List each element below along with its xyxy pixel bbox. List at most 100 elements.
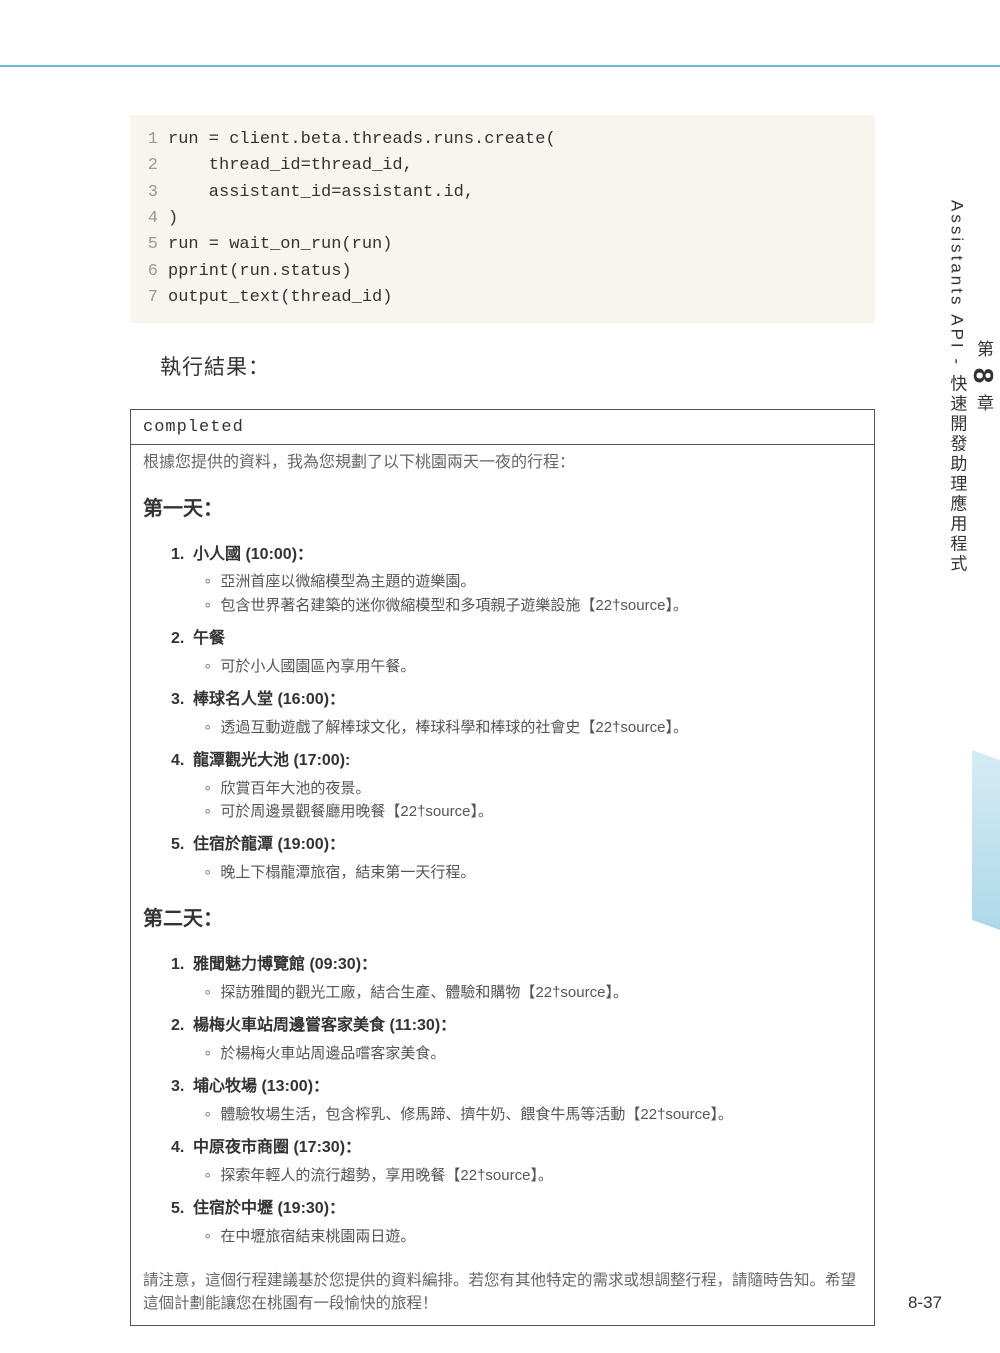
chapter-suffix: 章: [974, 394, 993, 414]
line-number: 2: [140, 153, 158, 179]
chapter-side-tab: 第 8 章 Assistants API - 快速開發助理應用程式: [952, 180, 1000, 575]
output-box: completed 根據您提供的資料，我為您規劃了以下桃園兩天一夜的行程： 第一…: [130, 409, 875, 1326]
itinerary-item: 1.小人國 (10:00)： 亞洲首座以微縮模型為主題的遊樂園。 包含世界著名建…: [171, 543, 862, 617]
item-name: 小人國 (10:00)：: [193, 546, 313, 563]
item-title: 2.楊梅火車站周邊嘗客家美食 (11:30)：: [171, 1014, 862, 1039]
item-title: 3.埔心牧場 (13:00)：: [171, 1075, 862, 1100]
sublist: 可於小人國園區內享用午餐。: [203, 655, 862, 678]
code-line: 4): [140, 206, 865, 232]
line-number: 6: [140, 259, 158, 285]
item-title: 1.雅聞魅力博覽館 (09:30)：: [171, 953, 862, 978]
output-status: completed: [131, 410, 874, 444]
day1-itinerary: 1.小人國 (10:00)： 亞洲首座以微縮模型為主題的遊樂園。 包含世界著名建…: [131, 543, 874, 897]
code-line: 5 run = wait_on_run(run): [140, 232, 865, 258]
item-num: 5.: [171, 833, 193, 858]
side-tab-background: [972, 750, 1000, 930]
item-name: 龍潭觀光大池 (17:00):: [193, 752, 350, 769]
item-title: 5.住宿於龍潭 (19:00)：: [171, 833, 862, 858]
sublist: 晚上下榻龍潭旅宿，結束第一天行程。: [203, 861, 862, 884]
item-num: 1.: [171, 953, 193, 978]
sublist: 透過互動遊戲了解棒球文化，棒球科學和棒球的社會史【22†source】。: [203, 716, 862, 739]
code-line: 7 output_text(thread_id): [140, 285, 865, 311]
page-content: 1run = client.beta.threads.runs.create( …: [130, 115, 875, 1326]
code-line: 1 run = client.beta.threads.runs.create(: [140, 127, 865, 153]
item-title: 3.棒球名人堂 (16:00)：: [171, 688, 862, 713]
sublist: 體驗牧場生活，包含榨乳、修馬蹄、擠牛奶、餵食牛馬等活動【22†source】。: [203, 1103, 862, 1126]
subitem: 體驗牧場生活，包含榨乳、修馬蹄、擠牛奶、餵食牛馬等活動【22†source】。: [203, 1103, 862, 1126]
line-number: 4: [140, 206, 158, 232]
day2-heading: 第二天：: [131, 896, 874, 943]
item-name: 住宿於中壢 (19:30)：: [193, 1200, 345, 1217]
sublist: 欣賞百年大池的夜景。 可於周邊景觀餐廳用晚餐【22†source】。: [203, 777, 862, 824]
itinerary-item: 2.楊梅火車站周邊嘗客家美食 (11:30)： 於楊梅火車站周邊品嚐客家美食。: [171, 1014, 862, 1065]
item-name: 楊梅火車站周邊嘗客家美食 (11:30)：: [193, 1017, 456, 1034]
line-number: 1: [140, 127, 158, 153]
code-text: thread_id=thread_id,: [168, 156, 413, 175]
line-number: 7: [140, 285, 158, 311]
item-num: 4.: [171, 1136, 193, 1161]
itinerary-item: 3.埔心牧場 (13:00)： 體驗牧場生活，包含榨乳、修馬蹄、擠牛奶、餵食牛馬…: [171, 1075, 862, 1126]
chapter-number: 8: [968, 368, 999, 387]
subitem: 於楊梅火車站周邊品嚐客家美食。: [203, 1042, 862, 1065]
itinerary-item: 3.棒球名人堂 (16:00)： 透過互動遊戲了解棒球文化，棒球科學和棒球的社會…: [171, 688, 862, 739]
item-num: 4.: [171, 749, 193, 774]
subitem: 探索年輕人的流行趨勢，享用晚餐【22†source】。: [203, 1164, 862, 1187]
item-num: 1.: [171, 543, 193, 568]
item-name: 雅聞魅力博覽館 (09:30)：: [193, 956, 377, 973]
itinerary-item: 1.雅聞魅力博覽館 (09:30)： 探訪雅聞的觀光工廠，結合生產、體驗和購物【…: [171, 953, 862, 1004]
day2-itinerary: 1.雅聞魅力博覽館 (09:30)： 探訪雅聞的觀光工廠，結合生產、體驗和購物【…: [131, 953, 874, 1260]
item-name: 棒球名人堂 (16:00)：: [193, 691, 345, 708]
subitem: 晚上下榻龍潭旅宿，結束第一天行程。: [203, 861, 862, 884]
item-num: 5.: [171, 1197, 193, 1222]
sublist: 在中壢旅宿結束桃園兩日遊。: [203, 1225, 862, 1248]
code-line: 3 assistant_id=assistant.id,: [140, 180, 865, 206]
sublist: 探訪雅聞的觀光工廠，結合生產、體驗和購物【22†source】。: [203, 981, 862, 1004]
result-heading: 執行結果：: [160, 351, 875, 381]
day1-heading: 第一天：: [131, 486, 874, 533]
line-number: 5: [140, 232, 158, 258]
subitem: 可於周邊景觀餐廳用晚餐【22†source】。: [203, 800, 862, 823]
item-num: 3.: [171, 1075, 193, 1100]
top-border: [0, 65, 1000, 67]
sublist: 探索年輕人的流行趨勢，享用晚餐【22†source】。: [203, 1164, 862, 1187]
code-text: run = wait_on_run(run): [168, 235, 392, 254]
sublist: 於楊梅火車站周邊品嚐客家美食。: [203, 1042, 862, 1065]
code-text: assistant_id=assistant.id,: [168, 183, 474, 202]
page-number: 8-37: [908, 1293, 942, 1313]
item-name: 住宿於龍潭 (19:00)：: [193, 836, 345, 853]
sublist: 亞洲首座以微縮模型為主題的遊樂園。 包含世界著名建築的迷你微縮模型和多項親子遊樂…: [203, 570, 862, 617]
output-intro: 根據您提供的資料，我為您規劃了以下桃園兩天一夜的行程：: [131, 445, 874, 486]
item-num: 2.: [171, 1014, 193, 1039]
chapter-title: Assistants API - 快速開發助理應用程式: [946, 200, 966, 575]
itinerary-item: 4.中原夜市商圈 (17:30)： 探索年輕人的流行趨勢，享用晚餐【22†sou…: [171, 1136, 862, 1187]
item-num: 3.: [171, 688, 193, 713]
subitem: 探訪雅聞的觀光工廠，結合生產、體驗和購物【22†source】。: [203, 981, 862, 1004]
item-title: 4.龍潭觀光大池 (17:00):: [171, 749, 862, 774]
item-title: 1.小人國 (10:00)：: [171, 543, 862, 568]
code-line: 6 pprint(run.status): [140, 259, 865, 285]
item-name: 埔心牧場 (13:00)：: [193, 1078, 329, 1095]
itinerary-item: 5.住宿於龍潭 (19:00)： 晚上下榻龍潭旅宿，結束第一天行程。: [171, 833, 862, 884]
itinerary-item: 2.午餐 可於小人國園區內享用午餐。: [171, 627, 862, 678]
code-text: ): [168, 209, 178, 228]
item-title: 2.午餐: [171, 627, 862, 652]
itinerary-item: 5.住宿於中壢 (19:30)： 在中壢旅宿結束桃園兩日遊。: [171, 1197, 862, 1248]
subitem: 亞洲首座以微縮模型為主題的遊樂園。: [203, 570, 862, 593]
subitem: 透過互動遊戲了解棒球文化，棒球科學和棒球的社會史【22†source】。: [203, 716, 862, 739]
itinerary-item: 4.龍潭觀光大池 (17:00): 欣賞百年大池的夜景。 可於周邊景觀餐廳用晚餐…: [171, 749, 862, 823]
subitem: 包含世界著名建築的迷你微縮模型和多項親子遊樂設施【22†source】。: [203, 594, 862, 617]
code-text: pprint(run.status): [168, 262, 352, 281]
line-number: 3: [140, 180, 158, 206]
subitem: 可於小人國園區內享用午餐。: [203, 655, 862, 678]
code-text: output_text(thread_id): [168, 288, 392, 307]
item-name: 中原夜市商圈 (17:30)：: [193, 1139, 361, 1156]
item-title: 4.中原夜市商圈 (17:30)：: [171, 1136, 862, 1161]
code-text: run = client.beta.threads.runs.create(: [168, 130, 556, 149]
code-line: 2 thread_id=thread_id,: [140, 153, 865, 179]
subitem: 在中壢旅宿結束桃園兩日遊。: [203, 1225, 862, 1248]
item-title: 5.住宿於中壢 (19:30)：: [171, 1197, 862, 1222]
chapter-label: 第: [974, 340, 993, 360]
subitem: 欣賞百年大池的夜景。: [203, 777, 862, 800]
item-name: 午餐: [193, 630, 225, 647]
item-num: 2.: [171, 627, 193, 652]
